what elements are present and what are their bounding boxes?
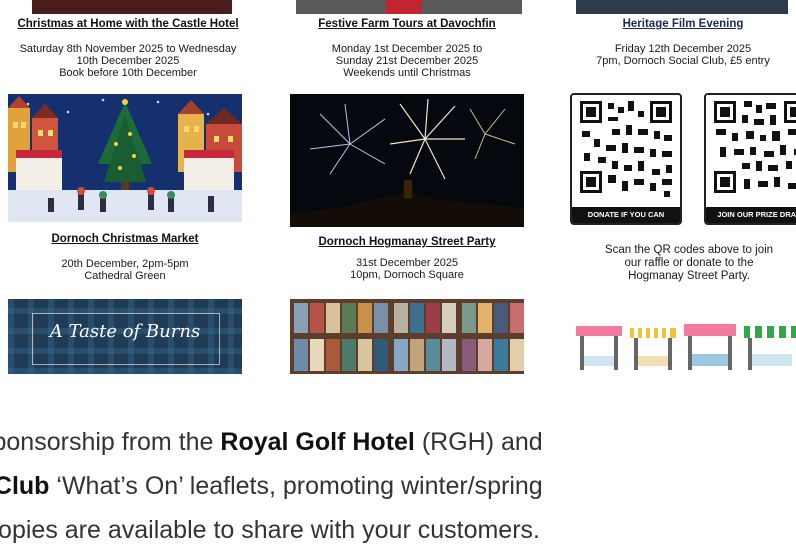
sponsorship-paragraph: sponsorship from the Royal Golf Hotel (R…	[0, 420, 796, 552]
christmas-at-home-image	[32, 0, 232, 14]
paragraph-line: sponsorship from the Royal Golf Hotel (R…	[0, 428, 543, 456]
fireworks-photo	[290, 94, 524, 227]
event-dates: Monday 1st December 2025 to Sunday 21st …	[331, 43, 483, 79]
event-title: Festive Farm Tours at Davochfin	[318, 18, 496, 30]
donate-qr-label: DONATE IF YOU CAN	[572, 207, 680, 223]
paragraph-line: Copies are available to share with your …	[0, 516, 540, 544]
event-title: Dornoch Hogmanay Street Party	[318, 236, 496, 248]
taste-of-burns-card: A Taste of Burns	[8, 299, 242, 374]
event-dates: 31st December 2025 10pm, Dornoch Square	[350, 257, 464, 281]
yarn-shelves-photo	[290, 299, 524, 374]
event-title: Dornoch Christmas Market	[51, 233, 199, 245]
event-title: Heritage Film Evening	[622, 18, 744, 30]
christmas-market-illustration	[8, 94, 242, 222]
qr-caption: Scan the QR codes above to join our raff…	[604, 244, 774, 282]
event-dates: Saturday 8th November 2025 to Wednesday …	[19, 43, 237, 79]
event-dates: Friday 12th December 2025 7pm, Dornoch S…	[596, 43, 770, 67]
prize-draw-qr-label: JOIN OUR PRIZE DRAW	[706, 207, 796, 223]
prize-draw-qr-code[interactable]: JOIN OUR PRIZE DRAW	[704, 93, 796, 225]
event-title: Christmas at Home with the Castle Hotel	[17, 18, 239, 30]
market-stalls-illustration	[572, 320, 796, 374]
heritage-film-image	[576, 0, 788, 14]
donate-qr-code[interactable]: DONATE IF YOU CAN	[570, 93, 682, 225]
paragraph-line: f Club ‘What’s On’ leaflets, promoting w…	[0, 472, 543, 500]
farm-tours-image	[296, 0, 522, 14]
burns-card-text: A Taste of Burns	[49, 321, 201, 342]
event-dates: 20th December, 2pm-5pm Cathedral Green	[61, 258, 189, 282]
